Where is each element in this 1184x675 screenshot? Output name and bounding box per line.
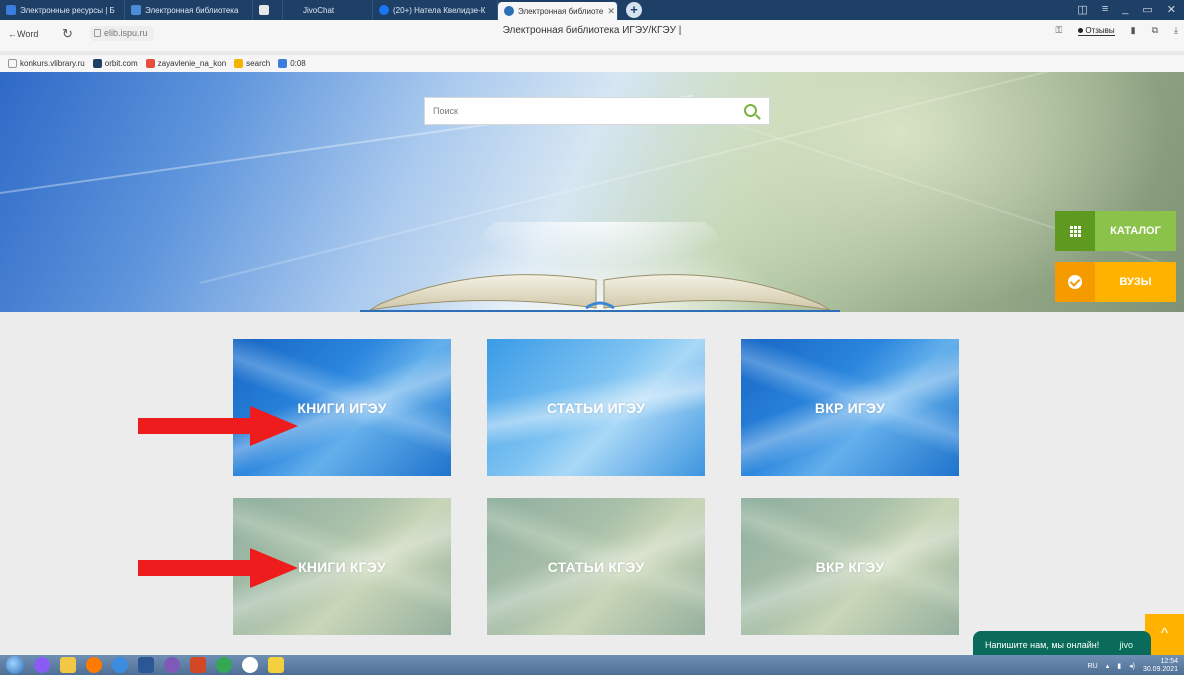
bookmark-konkurs[interactable]: konkurs.vlibrary.ru (8, 59, 85, 68)
viber-icon[interactable] (164, 657, 180, 673)
hero-banner: КАТАЛОГ ВУЗЫ (0, 72, 1184, 312)
page-title: Электронная библиотека ИГЭУ/КГЭУ | (502, 25, 682, 36)
chrome-icon[interactable] (216, 657, 232, 673)
start-button-icon[interactable] (6, 656, 24, 674)
jivo-logo: jivo (1119, 640, 1133, 650)
globe-icon (504, 6, 514, 16)
download-icon[interactable]: ⤓ (1174, 25, 1178, 36)
tile-vkr-kgeu[interactable]: ВКР КГЭУ (741, 498, 959, 635)
protect-icon[interactable]: ⚿ (1055, 25, 1062, 36)
tab-electronic-resources[interactable]: Электронные ресурсы | Б (0, 0, 125, 20)
tab-unnamed[interactable] (253, 0, 283, 20)
red-arrow-annotation (138, 548, 298, 588)
video-icon (278, 59, 288, 68)
catalog-button[interactable]: КАТАЛОГ (1055, 211, 1176, 251)
orbit-icon (92, 59, 102, 68)
minimize-icon[interactable]: _ (1122, 3, 1128, 16)
bookmark-timer[interactable]: 0:08 (278, 59, 306, 68)
tile-articles-igeu[interactable]: СТАТЬИ ИГЭУ (487, 339, 705, 476)
restore-icon[interactable]: ▭ (1142, 3, 1152, 16)
tile-articles-kgeu[interactable]: СТАТЬИ КГЭУ (487, 498, 705, 635)
collections-grid: КНИГИ ИГЭУ СТАТЬИ ИГЭУ ВКР ИГЭУ КНИГИ КГ… (0, 312, 1184, 655)
app-icon[interactable] (268, 657, 284, 673)
bookmark-icon[interactable]: ▮ (1131, 25, 1136, 36)
yandex-browser-icon[interactable] (242, 657, 258, 673)
search-icon[interactable] (744, 104, 757, 117)
internet-explorer-icon[interactable] (112, 657, 128, 673)
facebook-icon (379, 5, 389, 15)
library-icon (131, 5, 141, 15)
search-input[interactable] (425, 98, 725, 124)
system-tray: RU ▴ ▮ ◂) 12:54 30.09.2021 (1088, 658, 1178, 674)
open-book-image (360, 222, 840, 312)
tab-facebook[interactable]: (20+) Натела Квелидзе-К (373, 0, 498, 20)
grid-icon (1055, 211, 1095, 251)
tab-jivochat[interactable]: JivoChat (283, 0, 373, 20)
folder-icon[interactable] (60, 657, 76, 673)
globe-icon (6, 5, 16, 15)
address-bar-actions: ⚿ Отзывы ▮ ⧉ ⤓ (1055, 25, 1178, 36)
bookmark-site-icon (145, 59, 155, 68)
close-tab-icon[interactable]: ✕ (607, 6, 615, 17)
menu-icon[interactable]: ≡ (1102, 3, 1108, 16)
sidebar-icon[interactable]: ◫ (1077, 3, 1087, 16)
tab-elib-active[interactable]: Электронная библиоте ✕ (498, 2, 618, 20)
extensions-icon[interactable]: ⧉ (1152, 25, 1158, 36)
search-box (424, 97, 770, 125)
tile-vkr-igeu[interactable]: ВКР ИГЭУ (741, 339, 959, 476)
close-window-icon[interactable]: ✕ (1167, 3, 1176, 16)
red-arrow-annotation (138, 406, 298, 446)
browser-tab-bar: Электронные ресурсы | Б Электронная библ… (0, 0, 1184, 20)
media-player-icon[interactable] (86, 657, 102, 673)
network-icon[interactable]: ▮ (1117, 662, 1121, 670)
search-site-icon (234, 59, 244, 68)
reviews-button[interactable]: Отзывы (1078, 26, 1115, 36)
alice-icon[interactable] (34, 657, 50, 673)
address-bar: ←Word ↻ elib.ispu.ru Электронная библиот… (0, 20, 1184, 51)
bookmarks-bar: konkurs.vlibrary.ru orbit.com zayavlenie… (0, 55, 1184, 72)
clock[interactable]: 12:54 30.09.2021 (1143, 658, 1178, 674)
bookmark-orbit[interactable]: orbit.com (92, 59, 138, 68)
new-tab-button[interactable]: + (626, 2, 642, 18)
windows-taskbar: RU ▴ ▮ ◂) 12:54 30.09.2021 (0, 655, 1184, 675)
bookmark-search[interactable]: search (234, 59, 270, 68)
language-indicator[interactable]: RU (1088, 663, 1098, 670)
tray-arrow-icon[interactable]: ▴ (1106, 662, 1110, 670)
word-icon[interactable] (138, 657, 154, 673)
window-controls: ◫ ≡ _ ▭ ✕ (1077, 3, 1176, 16)
volume-icon[interactable]: ◂) (1129, 662, 1135, 670)
page-icon (259, 5, 269, 15)
checkmark-icon (1055, 262, 1095, 302)
bookmark-zayavlenie[interactable]: zayavlenie_na_kon (145, 59, 226, 68)
page-icon (8, 59, 17, 68)
tab-electronic-library[interactable]: Электронная библиотека (125, 0, 253, 20)
powerpoint-icon[interactable] (190, 657, 206, 673)
universities-button[interactable]: ВУЗЫ (1055, 262, 1176, 302)
